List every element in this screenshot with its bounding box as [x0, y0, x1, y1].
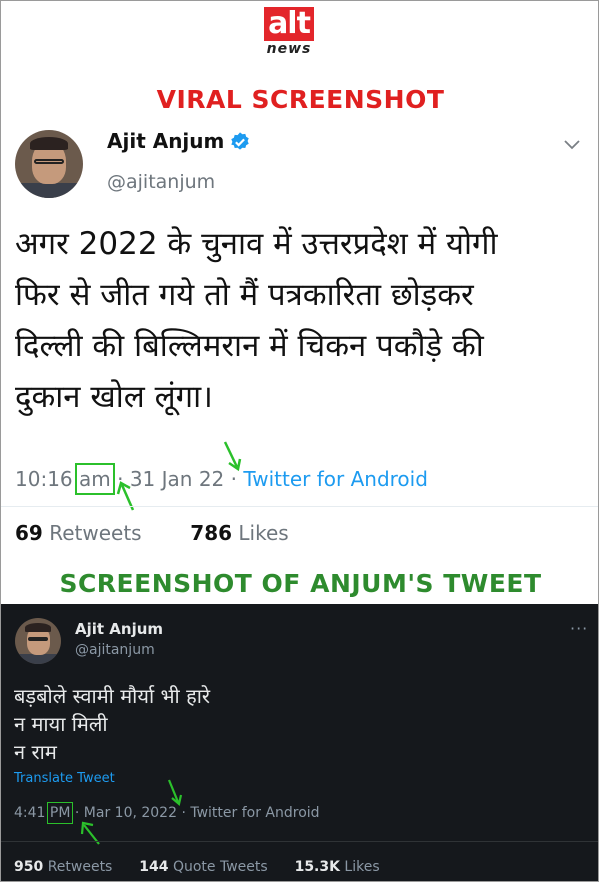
green-arrow-icon	[223, 441, 242, 472]
author-handle[interactable]: @ajitanjum	[75, 642, 155, 658]
collage-frame: alt news VIRAL SCREENSHOT Ajit Anjum @aj…	[0, 0, 599, 882]
tweet-time[interactable]: 4:41	[14, 805, 45, 821]
retweet-label[interactable]: Retweets	[49, 521, 141, 545]
tweet-line: दिल्ली की बिल्लिमरान में चिकन पकौड़े की	[15, 328, 484, 364]
tweet-source: Twitter for Android	[243, 467, 428, 491]
anjum-tweet-heading: SCREENSHOT OF ANJUM'S TWEET	[59, 569, 542, 598]
verified-badge-icon	[231, 132, 249, 150]
green-arrow-icon	[116, 481, 135, 511]
ampm-highlight: PM	[46, 802, 74, 824]
logo-mark: alt	[264, 7, 314, 41]
logo-sub: news	[266, 41, 312, 57]
author-name[interactable]: Ajit Anjum	[107, 129, 224, 153]
tweet-text: बड़बोले स्वामी मौर्या भी हारे न माया मिल…	[14, 682, 210, 766]
viral-screenshot-heading: VIRAL SCREENSHOT	[156, 85, 445, 114]
green-arrow-icon	[80, 821, 100, 845]
altnews-logo: alt news	[263, 7, 315, 59]
tweet-line: न माया मिली	[14, 712, 108, 736]
tweet-stats: 69 Retweets 786 Likes	[15, 521, 289, 545]
tweet-text: अगर 2022 के चुनाव में उत्तरप्रदेश में यो…	[15, 219, 585, 423]
divider	[1, 506, 598, 507]
tweet-time[interactable]: 10:16	[15, 467, 73, 491]
tweet-line: अगर 2022 के चुनाव में उत्तरप्रदेश में यो…	[15, 226, 498, 262]
quote-label[interactable]: Quote Tweets	[173, 859, 268, 875]
tweet-meta: 4:41 PM · Mar 10, 2022 · Twitter for And…	[14, 802, 320, 824]
avatar[interactable]	[15, 130, 83, 198]
retweet-count[interactable]: 950	[14, 859, 43, 875]
author-handle[interactable]: @ajitanjum	[107, 171, 215, 193]
like-count[interactable]: 15.3K	[295, 859, 340, 875]
chevron-down-icon[interactable]	[562, 138, 582, 152]
like-count[interactable]: 786	[190, 521, 232, 545]
retweet-label[interactable]: Retweets	[48, 859, 113, 875]
like-label[interactable]: Likes	[344, 859, 379, 875]
like-label[interactable]: Likes	[238, 521, 288, 545]
author-name[interactable]: Ajit Anjum	[75, 620, 163, 638]
tweet-line: न राम	[14, 740, 57, 764]
tweet-line: बड़बोले स्वामी मौर्या भी हारे	[14, 684, 211, 708]
ampm-highlight: am	[75, 463, 115, 495]
divider	[1, 841, 598, 842]
tweet-line: दुकान खोल लूंगा।	[15, 379, 213, 415]
avatar[interactable]	[15, 618, 61, 664]
tweet-stats: 950 Retweets 144 Quote Tweets 15.3K Like…	[14, 859, 380, 875]
retweet-count[interactable]: 69	[15, 521, 43, 545]
more-options-icon[interactable]: ···	[570, 619, 588, 638]
tweet-line: फिर से जीत गये तो मैं पत्रकारिता छोड़कर	[15, 277, 474, 313]
green-arrow-icon	[167, 779, 183, 807]
quote-count[interactable]: 144	[139, 859, 168, 875]
translate-tweet-link[interactable]: Translate Tweet	[14, 771, 115, 786]
tweet-source: Twitter for Android	[190, 805, 320, 821]
